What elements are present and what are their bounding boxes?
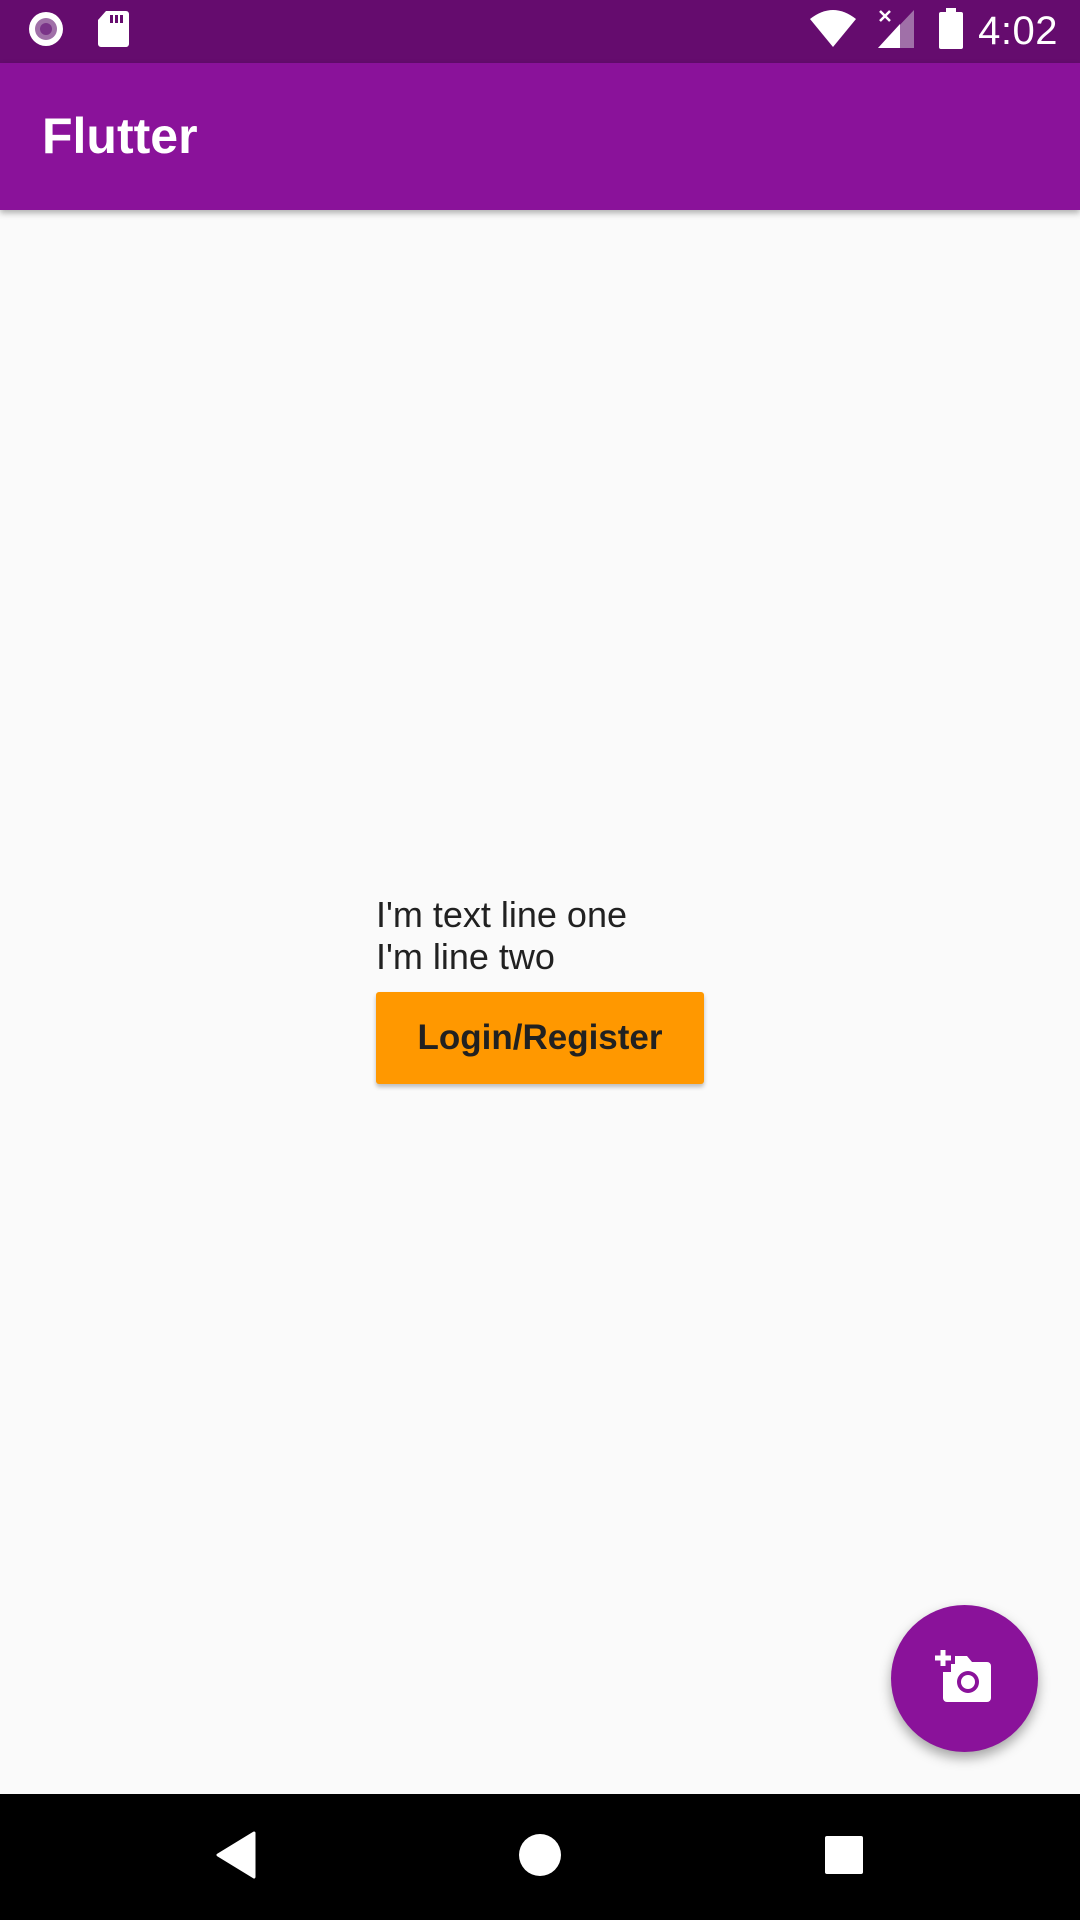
text-line-one: I'm text line one xyxy=(376,894,627,935)
login-register-label: Login/Register xyxy=(417,1018,663,1057)
add-photo-fab[interactable] xyxy=(891,1605,1038,1752)
sd-card-icon xyxy=(96,9,130,54)
login-register-button[interactable]: Login/Register xyxy=(376,992,704,1084)
content-column: I'm text line one I'm line two Login/Reg… xyxy=(376,894,704,1084)
wifi-icon xyxy=(808,9,858,54)
back-button[interactable] xyxy=(176,1794,296,1920)
record-icon xyxy=(26,9,66,54)
app-bar: Flutter xyxy=(0,63,1080,210)
status-bar: 4:02 xyxy=(0,0,1080,63)
home-icon xyxy=(518,1833,562,1882)
status-time: 4:02 xyxy=(978,9,1058,53)
status-right-icons: 4:02 xyxy=(808,0,1080,63)
status-left-icons xyxy=(26,0,130,63)
text-line-two: I'm line two xyxy=(376,936,555,977)
recents-button[interactable] xyxy=(784,1794,904,1920)
recents-icon xyxy=(824,1835,864,1880)
page-title: Flutter xyxy=(42,108,198,164)
signal-no-data-icon xyxy=(876,8,916,55)
add-a-photo-icon xyxy=(933,1646,997,1711)
navigation-bar xyxy=(0,1794,1080,1920)
battery-icon xyxy=(938,8,964,55)
back-icon xyxy=(214,1831,258,1884)
home-button[interactable] xyxy=(480,1794,600,1920)
